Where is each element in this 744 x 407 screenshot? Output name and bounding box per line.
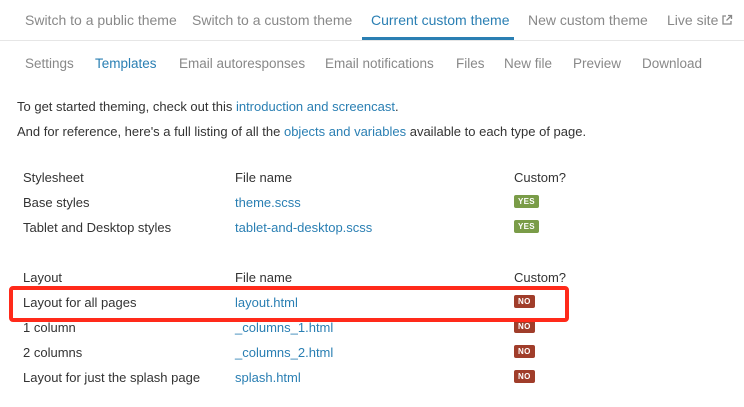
active-tab-indicator [362, 37, 514, 40]
subtab-files[interactable]: Files [456, 56, 485, 71]
reference-text: And for reference, here's a full listing… [17, 124, 284, 139]
custom-no-badge: NO [514, 345, 535, 358]
custom-yes-badge: YES [514, 220, 539, 233]
tab-current-custom-theme[interactable]: Current custom theme [371, 12, 510, 28]
subtab-email-notifications[interactable]: Email notifications [325, 56, 434, 71]
top-navigation: Switch to a public theme Switch to a cus… [0, 0, 744, 41]
tab-switch-public-theme[interactable]: Switch to a public theme [25, 12, 177, 28]
file-link[interactable]: _columns_2.html [235, 345, 333, 360]
intro-text: To get started theming, check out this [17, 99, 236, 114]
file-link[interactable]: _columns_1.html [235, 320, 333, 335]
subtab-new-file[interactable]: New file [504, 56, 552, 71]
column-header-file-name: File name [235, 170, 293, 185]
tab-new-custom-theme[interactable]: New custom theme [528, 12, 648, 28]
tab-switch-custom-theme[interactable]: Switch to a custom theme [192, 12, 352, 28]
external-link-icon[interactable] [721, 14, 733, 26]
reference-text-end: available to each type of page. [406, 124, 587, 139]
custom-no-badge: NO [514, 370, 535, 383]
subtab-templates[interactable]: Templates [95, 56, 157, 71]
objects-variables-link[interactable]: objects and variables [284, 124, 406, 139]
column-header-layout: Layout [23, 270, 63, 285]
tab-live-site[interactable]: Live site [667, 12, 718, 28]
subtab-settings[interactable]: Settings [25, 56, 74, 71]
column-header-stylesheet: Stylesheet [23, 170, 84, 185]
file-link[interactable]: theme.scss [235, 195, 301, 210]
subtab-preview[interactable]: Preview [573, 56, 621, 71]
table-row-name: 2 columns [23, 345, 83, 360]
intro-line-1: To get started theming, check out this i… [17, 99, 399, 114]
table-row-name: Layout for just the splash page [23, 370, 201, 385]
highlight-annotation [9, 286, 569, 322]
intro-text-end: . [394, 99, 399, 114]
column-header-file-name: File name [235, 270, 293, 285]
file-link[interactable]: splash.html [235, 370, 301, 385]
subtab-download[interactable]: Download [642, 56, 702, 71]
table-row-name: 1 column [23, 320, 76, 335]
table-row-name: Tablet and Desktop styles [23, 220, 172, 235]
custom-yes-badge: YES [514, 195, 539, 208]
intro-line-2: And for reference, here's a full listing… [17, 124, 586, 139]
column-header-custom: Custom? [514, 170, 567, 185]
subtab-email-autoresponses[interactable]: Email autoresponses [179, 56, 305, 71]
column-header-custom: Custom? [514, 270, 567, 285]
table-row-name: Base styles [23, 195, 90, 210]
file-link[interactable]: tablet-and-desktop.scss [235, 220, 372, 235]
introduction-screencast-link[interactable]: introduction and screencast [236, 99, 395, 114]
